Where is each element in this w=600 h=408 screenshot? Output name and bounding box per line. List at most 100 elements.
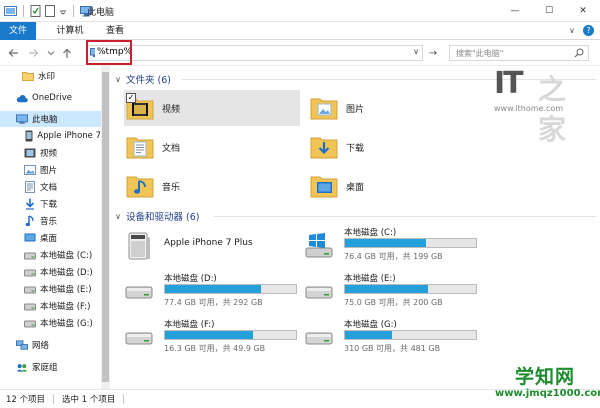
xuezhi-site: www.jmqz1000.com	[495, 388, 600, 399]
sidebar-item-drive-f[interactable]: 本地磁盘 (F:)	[0, 298, 101, 314]
folders-group-label: 文件夹 (6)	[126, 75, 171, 86]
sidebar-scroll-thumb[interactable]	[102, 72, 109, 382]
system-drive-icon	[302, 230, 336, 262]
drive-icon	[302, 276, 336, 308]
chevron-down-icon[interactable]: ∨	[114, 212, 122, 221]
drive-name: 本地磁盘 (G:)	[344, 320, 397, 330]
sidebar-item-drive-e[interactable]: 本地磁盘 (E:)	[0, 281, 101, 297]
download-folder-icon	[308, 131, 340, 163]
chevron-down-icon	[47, 51, 55, 56]
sidebar-item-this-pc[interactable]: 此电脑	[0, 111, 101, 127]
sidebar-item-desktop[interactable]: 桌面	[0, 230, 101, 246]
drive-tile-g[interactable]: 本地磁盘 (G:) 310 GB 可用，共 481 GB	[302, 316, 492, 360]
drive-tile-f[interactable]: 本地磁盘 (F:) 16.3 GB 可用，共 49.9 GB	[122, 316, 312, 360]
sidebar-item-drive-c[interactable]: 本地磁盘 (C:)	[0, 247, 101, 263]
search-icon[interactable]	[574, 48, 584, 61]
maximize-button[interactable]: ☐	[532, 0, 566, 22]
device-iphone[interactable]: Apple iPhone 7 Plus	[122, 224, 302, 268]
sidebar-item-downloads[interactable]: 下载	[0, 196, 101, 212]
sidebar-item-iphone[interactable]: Apple iPhone 7	[0, 128, 101, 144]
folder-tile-videos[interactable]: ✓ 视频	[124, 90, 300, 126]
ribbon-collapse-button[interactable]: ∨	[569, 26, 575, 35]
sidebar-item-pictures[interactable]: 图片	[0, 162, 101, 178]
folder-label: 音乐	[162, 182, 181, 193]
drive-tile-e[interactable]: 本地磁盘 (E:) 75.0 GB 可用，共 200 GB	[302, 270, 492, 314]
drive-name: 本地磁盘 (C:)	[344, 228, 397, 238]
folder-tile-documents[interactable]: 文档	[124, 129, 300, 165]
quick-access-toolbar	[4, 4, 92, 18]
music-icon	[24, 215, 36, 227]
drive-free-space: 77.4 GB 可用，共 292 GB	[164, 298, 263, 307]
tab-file[interactable]: 文件	[0, 22, 36, 40]
help-button[interactable]: ?	[583, 25, 594, 36]
device-label: Apple iPhone 7 Plus	[164, 238, 253, 248]
folder-tile-desktop[interactable]: 桌面	[308, 168, 484, 204]
documents-icon	[24, 181, 36, 193]
status-separator	[53, 394, 55, 404]
sidebar-item-videos[interactable]: 视频	[0, 145, 101, 161]
properties-icon[interactable]	[30, 5, 41, 17]
sidebar-item-label: 网络	[32, 341, 50, 351]
drive-free-space: 310 GB 可用，共 481 GB	[344, 344, 441, 353]
status-selected-count: 选中 1 个项目	[62, 395, 116, 405]
group-divider	[214, 216, 596, 217]
qat-separator	[23, 5, 24, 17]
title-bar: 此电脑 — ☐ ✕	[0, 0, 600, 22]
sidebar-item-network[interactable]: 网络	[0, 337, 101, 353]
status-item-count: 12 个项目	[6, 395, 46, 405]
drive-tile-c[interactable]: 本地磁盘 (C:) 76.4 GB 可用，共 199 GB	[302, 224, 492, 268]
search-box[interactable]: 搜索"此电脑"	[449, 45, 589, 61]
drive-usage-bar	[164, 284, 297, 294]
qat-separator	[73, 5, 74, 17]
recent-locations-button[interactable]	[44, 45, 58, 61]
sidebar-item-label: 下载	[40, 200, 58, 210]
sidebar-item-music[interactable]: 音乐	[0, 213, 101, 229]
address-highlight-box	[86, 40, 132, 65]
xuezhi-logo: 学知网	[514, 366, 575, 388]
back-button[interactable]	[6, 45, 20, 61]
drive-free-space: 16.3 GB 可用，共 49.9 GB	[164, 344, 266, 353]
folder-label: 桌面	[346, 182, 365, 193]
address-bar[interactable]: %tmp% ∨	[86, 45, 423, 61]
drive-icon	[24, 283, 36, 295]
close-button[interactable]: ✕	[566, 0, 600, 22]
folder-tile-music[interactable]: 音乐	[124, 168, 300, 204]
folder-tile-pictures[interactable]: 图片	[308, 90, 484, 126]
go-button[interactable]: →	[427, 46, 439, 60]
app-icon	[4, 5, 17, 17]
drive-usage-bar	[164, 330, 297, 340]
drive-tile-d[interactable]: 本地磁盘 (D:) 77.4 GB 可用，共 292 GB	[122, 270, 312, 314]
sidebar-item-homegroup[interactable]: 家庭组	[0, 359, 101, 375]
address-dropdown-button[interactable]: ∨	[413, 47, 419, 56]
folders-group-header[interactable]: ∨ 文件夹 (6)	[114, 72, 171, 87]
folder-tile-downloads[interactable]: 下载	[308, 129, 484, 165]
documents-folder-icon	[124, 131, 156, 163]
sidebar-item-label: 水印	[38, 72, 56, 82]
sidebar-item-onedrive[interactable]: OneDrive	[0, 90, 101, 106]
sidebar-item-watermark[interactable]: 水印	[0, 68, 101, 84]
sidebar-item-label: 图片	[40, 166, 58, 176]
selection-checkbox[interactable]: ✓	[126, 93, 136, 103]
ribbon-right-controls: ∨ ?	[569, 25, 594, 36]
drive-name: 本地磁盘 (D:)	[164, 274, 217, 284]
drive-usage-fill	[345, 331, 393, 339]
sidebar-item-documents[interactable]: 文档	[0, 179, 101, 195]
sidebar-item-drive-g[interactable]: 本地磁盘 (G:)	[0, 315, 101, 331]
minimize-button[interactable]: —	[498, 0, 532, 22]
up-button[interactable]	[60, 45, 74, 61]
search-input[interactable]: 搜索"此电脑"	[456, 48, 503, 59]
drive-free-space: 76.4 GB 可用，共 199 GB	[344, 252, 443, 261]
desktop-folder-icon	[308, 170, 340, 202]
devices-group-header[interactable]: ∨ 设备和驱动器 (6)	[114, 209, 199, 224]
sidebar-item-drive-d[interactable]: 本地磁盘 (D:)	[0, 264, 101, 280]
sidebar-item-label: 本地磁盘 (F:)	[40, 302, 91, 312]
sidebar-item-label: 本地磁盘 (E:)	[40, 285, 92, 295]
new-folder-icon[interactable]	[45, 5, 55, 17]
qat-dropdown-icon[interactable]	[59, 7, 67, 15]
tab-computer[interactable]: 计算机	[50, 22, 90, 40]
forward-button[interactable]	[26, 45, 40, 61]
sidebar-item-label: 本地磁盘 (D:)	[40, 268, 93, 278]
drive-icon	[122, 322, 156, 354]
chevron-down-icon[interactable]: ∨	[114, 75, 122, 84]
tab-view[interactable]: 查看	[100, 22, 130, 40]
